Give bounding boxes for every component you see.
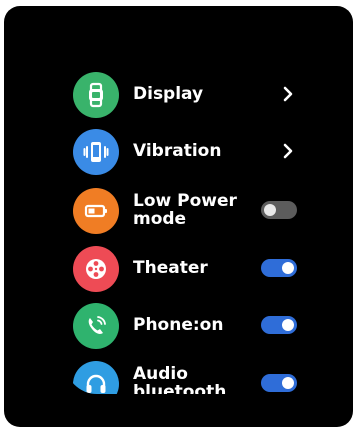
toggle-knob	[282, 377, 294, 389]
theater-toggle[interactable]	[261, 259, 297, 277]
phone-toggle[interactable]	[261, 316, 297, 334]
chevron-right-icon	[283, 86, 293, 102]
toggle-knob	[282, 262, 294, 274]
settings-item-label: Audio bluetooth	[133, 364, 227, 394]
chevron-right-icon	[283, 143, 293, 159]
film-reel-icon	[73, 246, 119, 292]
settings-item-low-power-mode[interactable]: Low Power mode	[65, 182, 318, 238]
settings-item-display[interactable]: Display	[65, 66, 318, 122]
headphones-icon	[73, 361, 119, 394]
vibration-icon	[73, 129, 119, 175]
settings-item-label: Phone:on	[133, 315, 224, 335]
audio-bluetooth-toggle[interactable]	[261, 374, 297, 392]
settings-item-label: Vibration	[133, 141, 222, 161]
settings-item-phone[interactable]: Phone:on	[65, 297, 318, 353]
settings-item-vibration[interactable]: Vibration	[65, 123, 318, 179]
settings-item-audio-bluetooth[interactable]: Audio bluetooth	[65, 355, 318, 394]
settings-item-label: Theater	[133, 258, 208, 278]
settings-item-label: Low Power mode	[133, 191, 237, 229]
phone-icon	[73, 303, 119, 349]
battery-icon	[73, 188, 119, 234]
settings-item-label: Display	[133, 84, 204, 104]
watch-icon	[73, 72, 119, 118]
settings-item-theater[interactable]: Theater	[65, 240, 318, 296]
toggle-knob	[264, 204, 276, 216]
watch-device: Display Vibration Low Power mode Theater	[4, 6, 353, 427]
toggle-knob	[282, 319, 294, 331]
settings-screen: Display Vibration Low Power mode Theater	[65, 56, 318, 394]
low-power-mode-toggle[interactable]	[261, 201, 297, 219]
